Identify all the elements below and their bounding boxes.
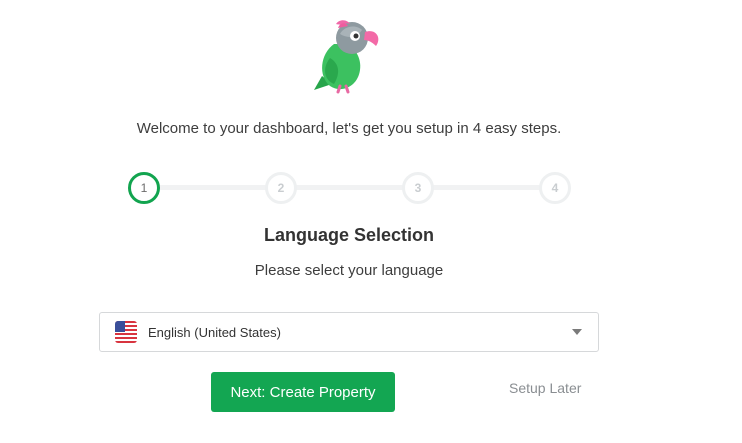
section-subtitle: Please select your language [254, 262, 444, 279]
language-select-value: English (United States) [148, 324, 281, 340]
next-create-property-button[interactable]: Next: Create Property [211, 372, 395, 412]
section-title: Language Selection [263, 225, 435, 245]
setup-later-link[interactable]: Setup Later [509, 380, 581, 396]
step-3: 3 [402, 172, 434, 204]
welcome-text: Welcome to your dashboard, let's get you… [136, 120, 562, 137]
progress-stepper: 1 2 3 4 [128, 172, 572, 204]
parrot-logo-icon [314, 20, 379, 94]
chevron-down-icon[interactable] [572, 329, 582, 335]
us-flag-icon [115, 321, 137, 343]
step-4: 4 [539, 172, 571, 204]
onboarding-page: Welcome to your dashboard, let's get you… [0, 0, 742, 443]
stepper-track [143, 185, 557, 190]
step-2: 2 [265, 172, 297, 204]
language-select[interactable]: English (United States) [99, 312, 599, 352]
step-1: 1 [128, 172, 160, 204]
